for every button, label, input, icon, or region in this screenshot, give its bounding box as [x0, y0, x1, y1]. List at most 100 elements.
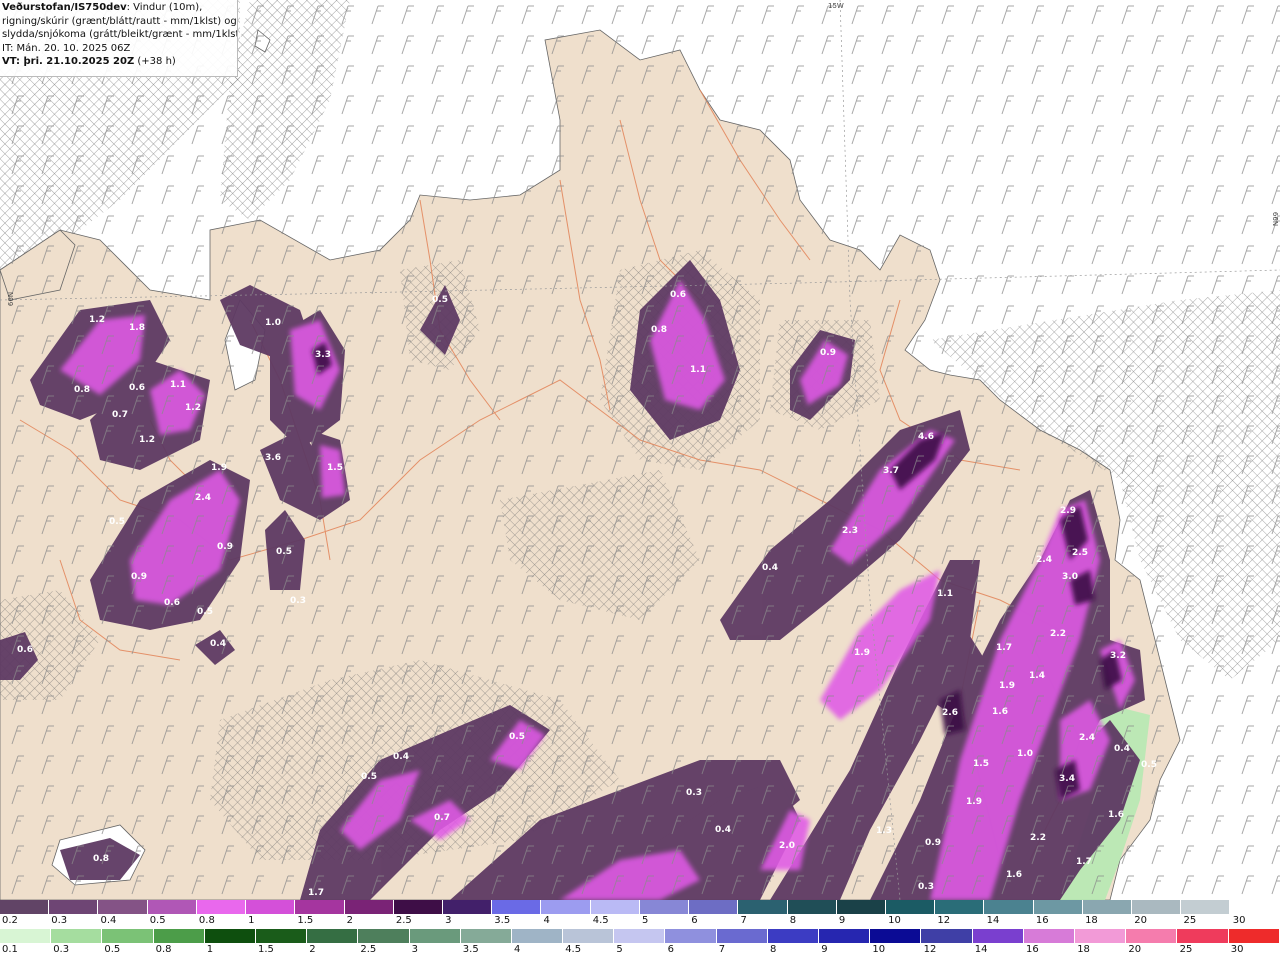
rain-legend-swatch — [935, 900, 985, 914]
weather-map — [0, 0, 1280, 900]
snow-legend-swatch — [716, 929, 768, 943]
rain-legend-label: 20 — [1134, 915, 1148, 926]
rain-legend-swatch — [393, 900, 443, 914]
rain-legend-swatch — [639, 900, 690, 914]
forecast-offset: (+38 h) — [134, 56, 176, 68]
snow-legend-label: 4 — [514, 944, 521, 955]
rain-legend-swatch — [344, 900, 394, 914]
rain-legend-label: 6 — [691, 915, 698, 926]
initial-time: IT: Mán. 20. 10. 2025 06Z — [2, 42, 131, 54]
rain-legend-swatch — [442, 900, 493, 914]
snow-legend-swatch — [972, 929, 1024, 943]
snow-legend-label: 3.5 — [462, 944, 479, 955]
rain-legend-label: 14 — [986, 915, 1000, 926]
snow-legend-label: 0.8 — [155, 944, 172, 955]
snow-legend-swatch — [1228, 929, 1280, 943]
map-title-box: Veðurstofan/IS750dev: Vindur (10m), rign… — [0, 0, 238, 77]
rain-legend-label: 4.5 — [592, 915, 609, 926]
map-title: Veðurstofan/IS750dev — [2, 2, 127, 13]
map-desc-2: rigning/skúrir (grænt/blátt/rautt - mm/1… — [2, 15, 237, 27]
rain-legend-label: 4 — [543, 915, 550, 926]
snow-legend-label: 20 — [1128, 944, 1142, 955]
snow-legend-swatch — [255, 929, 308, 943]
rain-legend-swatch — [147, 900, 197, 914]
rain-legend-swatch — [738, 900, 788, 914]
snow-legend-swatch — [819, 929, 871, 943]
rain-legend-label: 2.5 — [395, 915, 412, 926]
snow-legend-swatch — [358, 929, 410, 943]
snow-legend-swatch — [409, 929, 461, 943]
snow-legend-swatch — [153, 929, 205, 943]
snow-legend-label: 0.3 — [53, 944, 70, 955]
snow-legend: 0.1 0.3 0.5 0.8 1 1.5 2 2.5 3 3.5 4 4.5 5 6 7 8 9 10 12 14 1… — [0, 929, 1280, 958]
rain-legend-labels: 0.2 0.3 0.4 0.5 0.8 1 1.5 2 2.5 3 3.5 4 4.5 5 6 7 8 9 10 12… — [0, 915, 1280, 929]
rain-legend-label: 10 — [888, 915, 901, 926]
rain-legend-swatch — [492, 900, 542, 914]
rain-legend-label: 0.2 — [2, 915, 18, 926]
snow-legend-label: 2 — [309, 944, 316, 955]
rain-legend-swatch — [1132, 900, 1182, 914]
rain-legend-label: 16 — [1035, 915, 1049, 926]
snow-legend-swatch — [870, 929, 922, 943]
snow-legend-label: 18 — [1077, 944, 1090, 955]
snow-legend-swatch — [51, 929, 103, 943]
rain-legend-swatch — [885, 900, 936, 914]
snow-legend-swatch — [1074, 929, 1127, 943]
snow-legend-swatch — [0, 929, 52, 943]
rain-legend-swatch — [590, 900, 640, 914]
snow-legend-swatch — [460, 929, 512, 943]
rain-legend-label: 0.5 — [149, 915, 166, 926]
rain-legend-label: 9 — [838, 915, 846, 926]
rain-legend-swatch — [295, 900, 345, 914]
snow-legend-label: 2.5 — [360, 944, 377, 955]
snow-legend-label: 9 — [821, 944, 828, 955]
rain-legend-swatch — [541, 900, 591, 914]
snow-legend-swatch — [1023, 929, 1075, 943]
snow-legend-swatch — [307, 929, 359, 943]
rain-legend-swatch — [0, 900, 50, 914]
rain-legend-label: 7 — [740, 915, 747, 926]
rain-legend-label: 0.4 — [100, 915, 117, 926]
rain-legend-label: 25 — [1183, 915, 1197, 926]
snow-legend-swatch — [563, 929, 615, 943]
snow-legend-label: 5 — [616, 944, 623, 955]
valid-time: VT: þri. 21.10.2025 20Z — [2, 56, 135, 68]
snow-legend-label: 12 — [923, 944, 937, 955]
rain-legend-swatch — [1033, 900, 1083, 914]
snow-legend-labels: 0.1 0.3 0.5 0.8 1 1.5 2 2.5 3 3.5 4 4.5 5 6 7 8 9 10 12 14 1… — [0, 944, 1280, 958]
rain-legend-swatch — [246, 900, 296, 914]
rain-legend-swatch — [98, 900, 148, 914]
snow-legend-label: 1 — [206, 944, 214, 955]
map-desc-1: : Vindur (10m), — [126, 2, 203, 13]
rain-legend-label: 18 — [1085, 915, 1098, 926]
snow-legend-swatch — [767, 929, 819, 943]
snow-legend-label: 8 — [770, 944, 777, 955]
snow-legend-label: 3 — [411, 944, 418, 955]
snow-legend-label: 7 — [718, 944, 726, 955]
rain-legend-label: 30 — [1232, 915, 1246, 926]
snow-legend-label: 0.5 — [104, 944, 121, 955]
rain-legend-swatch — [836, 900, 886, 914]
rain-legend-label: 8 — [789, 915, 797, 926]
snow-legend-label: 1.5 — [258, 944, 274, 955]
rain-legend: 0.2 0.3 0.4 0.5 0.8 1 1.5 2 2.5 3 3.5 4 4.5 5 6 7 8 9 10 12… — [0, 900, 1280, 929]
snow-legend-swatch — [614, 929, 666, 943]
snow-legend-swatch — [204, 929, 256, 943]
rain-legend-label: 5 — [642, 915, 649, 926]
rain-legend-swatch — [787, 900, 837, 914]
snow-legend-swatch — [665, 929, 717, 943]
snow-legend-swatch — [1177, 929, 1229, 943]
rain-legend-swatch — [49, 900, 99, 914]
rain-legend-label: 2 — [346, 915, 353, 926]
rain-legend-swatch — [1082, 900, 1133, 914]
rain-legend-label: 12 — [937, 915, 951, 926]
snow-legend-swatches — [0, 929, 1280, 943]
rain-legend-swatch — [1230, 900, 1280, 914]
rain-legend-swatch — [984, 900, 1034, 914]
snow-legend-swatch — [1126, 929, 1178, 943]
rain-legend-label: 1 — [248, 915, 255, 926]
rain-legend-swatch — [689, 900, 739, 914]
snow-legend-label: 6 — [667, 944, 674, 955]
snow-legend-label: 14 — [974, 944, 988, 955]
snow-legend-label: 10 — [872, 944, 886, 955]
